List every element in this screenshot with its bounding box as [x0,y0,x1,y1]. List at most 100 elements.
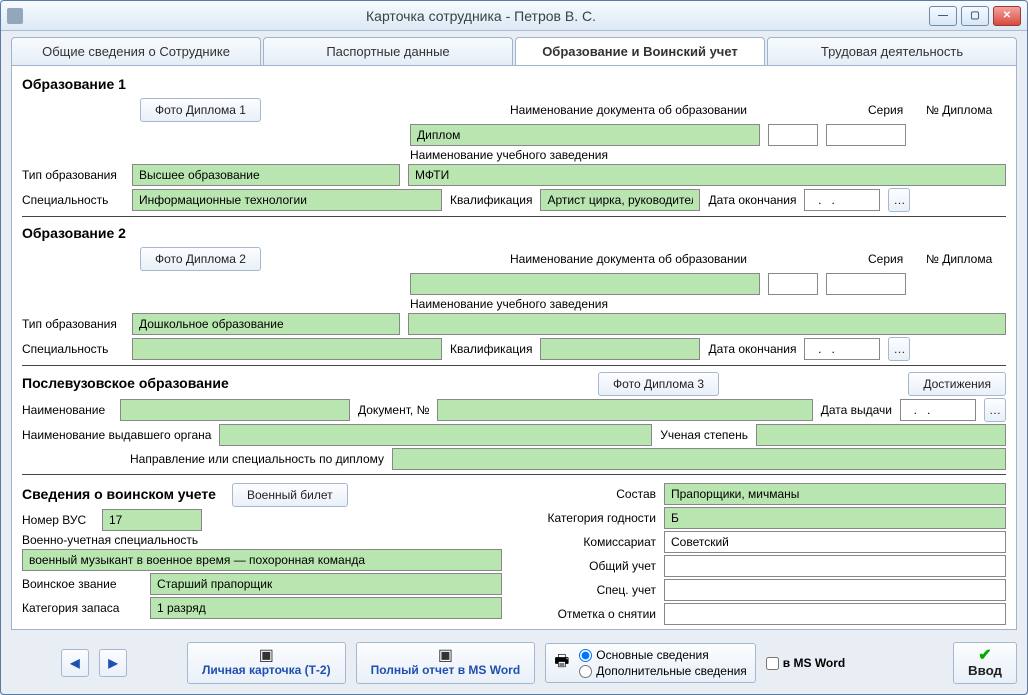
bottom-toolbar: ◀ ▶ ▣ Личная карточка (Т-2) ▣ Полный отч… [1,634,1027,694]
mil-reserve-input[interactable] [150,597,502,619]
post-direction-label: Направление или специальность по диплому [130,452,384,466]
edu2-photo-button[interactable]: Фото Диплома 2 [140,247,261,271]
close-button[interactable]: ✕ [993,6,1021,26]
tab-passport[interactable]: Паспортные данные [263,37,513,65]
post-heading: Послевузовское образование [22,375,229,391]
post-name-input[interactable] [120,399,350,421]
mil-specacct-input[interactable] [664,579,1006,601]
edu1-photo-button[interactable]: Фото Диплома 1 [140,98,261,122]
tab-education-military[interactable]: Образование и Воинский учет [515,37,765,65]
edu1-diplomano-label: № Диплома [926,103,992,117]
edu1-date-picker-button[interactable]: … [888,188,910,212]
edu1-type-label: Тип образования [22,168,124,182]
edu1-series-input[interactable] [768,124,818,146]
mil-fit-input[interactable] [664,507,1006,529]
tab-bar: Общие сведения о Сотруднике Паспортные д… [11,37,1017,65]
app-icon [7,8,23,24]
mil-vusspec-label: Военно-учетная специальность [22,533,198,547]
mil-rank-input[interactable] [150,573,502,595]
edu2-series-input[interactable] [768,273,818,295]
edu2-inst-input[interactable] [408,313,1006,335]
mil-vusspec-input[interactable] [22,549,502,571]
edu2-series-label: Серия [868,252,903,266]
window-title: Карточка сотрудника - Петров В. С. [33,8,929,24]
edu1-type-input[interactable] [132,164,400,186]
edu1-series-label: Серия [868,103,903,117]
minimize-button[interactable]: — [929,6,957,26]
tab-general[interactable]: Общие сведения о Сотруднике [11,37,261,65]
edu2-docname-input[interactable] [410,273,760,295]
mil-specacct-label: Спец. учет [526,583,656,597]
edu2-type-label: Тип образования [22,317,124,331]
edu2-type-input[interactable] [132,313,400,335]
radio-main-info[interactable]: Основные сведения [579,648,746,662]
mil-reserve-label: Категория запаса [22,601,142,615]
personal-card-t2-button[interactable]: ▣ Личная карточка (Т-2) [187,642,346,684]
edu1-inst-label: Наименование учебного заведения [410,148,608,162]
edu1-spec-label: Специальность [22,193,124,207]
edu2-diplomano-input[interactable] [826,273,906,295]
mil-comm-label: Комиссариат [526,535,656,549]
maximize-button[interactable]: ▢ [961,6,989,26]
military-ticket-button[interactable]: Военный билет [232,483,348,507]
radio-extra-info[interactable]: Дополнительные сведения [579,664,746,678]
post-issuer-label: Наименование выдавшего органа [22,428,211,442]
post-date-picker-button[interactable]: … [984,398,1006,422]
edu2-spec-input[interactable] [132,338,442,360]
edu1-end-input[interactable] [804,189,880,211]
edu1-qual-input[interactable] [540,189,700,211]
post-photo-button[interactable]: Фото Диплома 3 [598,372,719,396]
edu1-qual-label: Квалификация [450,193,532,207]
titlebar: Карточка сотрудника - Петров В. С. — ▢ ✕ [1,1,1027,31]
edu2-inst-label: Наименование учебного заведения [410,297,608,311]
document-icon: ▣ [259,649,274,663]
edu2-end-label: Дата окончания [708,342,796,356]
post-direction-input[interactable] [392,448,1006,470]
mil-rank-label: Воинское звание [22,577,142,591]
full-report-word-label: Полный отчет в MS Word [371,663,521,677]
edu2-heading: Образование 2 [22,225,126,241]
document-icon: ▣ [438,649,453,663]
edu1-end-label: Дата окончания [708,193,796,207]
tab-pane: Образование 1 Фото Диплома 1 Наименовани… [11,65,1017,630]
mil-comp-input[interactable] [664,483,1006,505]
mil-general-input[interactable] [664,555,1006,577]
edu2-qual-input[interactable] [540,338,700,360]
post-issuedate-label: Дата выдачи [821,403,892,417]
edu1-spec-input[interactable] [132,189,442,211]
printer-icon: 🖶 [554,650,569,677]
check-icon: ✔ [978,649,991,663]
edu1-inst-input[interactable] [408,164,1006,186]
post-docno-input[interactable] [437,399,812,421]
mil-vus-label: Номер ВУС [22,513,94,527]
post-docno-label: Документ, № [358,403,429,417]
post-name-label: Наименование [22,403,112,417]
edu1-diplomano-input[interactable] [826,124,906,146]
post-issuedate-input[interactable] [900,399,976,421]
mil-remove-input[interactable] [664,603,1006,625]
employee-card-window: Карточка сотрудника - Петров В. С. — ▢ ✕… [0,0,1028,695]
full-report-word-button[interactable]: ▣ Полный отчет в MS Word [356,642,536,684]
word-checkbox[interactable]: в MS Word [766,656,845,670]
mil-comm-input[interactable] [664,531,1006,553]
edu2-end-input[interactable] [804,338,880,360]
mil-comp-label: Состав [526,487,656,501]
edu1-heading: Образование 1 [22,76,126,92]
post-issuer-input[interactable] [219,424,652,446]
tab-work[interactable]: Трудовая деятельность [767,37,1017,65]
prev-record-button[interactable]: ◀ [61,649,89,677]
edu2-qual-label: Квалификация [450,342,532,356]
enter-button[interactable]: ✔ Ввод [953,642,1017,684]
edu2-docname-label: Наименование документа об образовании [510,252,747,266]
next-record-button[interactable]: ▶ [99,649,127,677]
enter-label: Ввод [968,663,1002,678]
edu2-date-picker-button[interactable]: … [888,337,910,361]
achievements-button[interactable]: Достижения [908,372,1006,396]
mil-general-label: Общий учет [526,559,656,573]
post-degree-input[interactable] [756,424,1006,446]
personal-card-t2-label: Личная карточка (Т-2) [202,663,331,677]
edu2-diplomano-label: № Диплома [926,252,992,266]
edu1-docname-input[interactable] [410,124,760,146]
mil-vus-input[interactable] [102,509,202,531]
edu1-docname-label: Наименование документа об образовании [510,103,747,117]
